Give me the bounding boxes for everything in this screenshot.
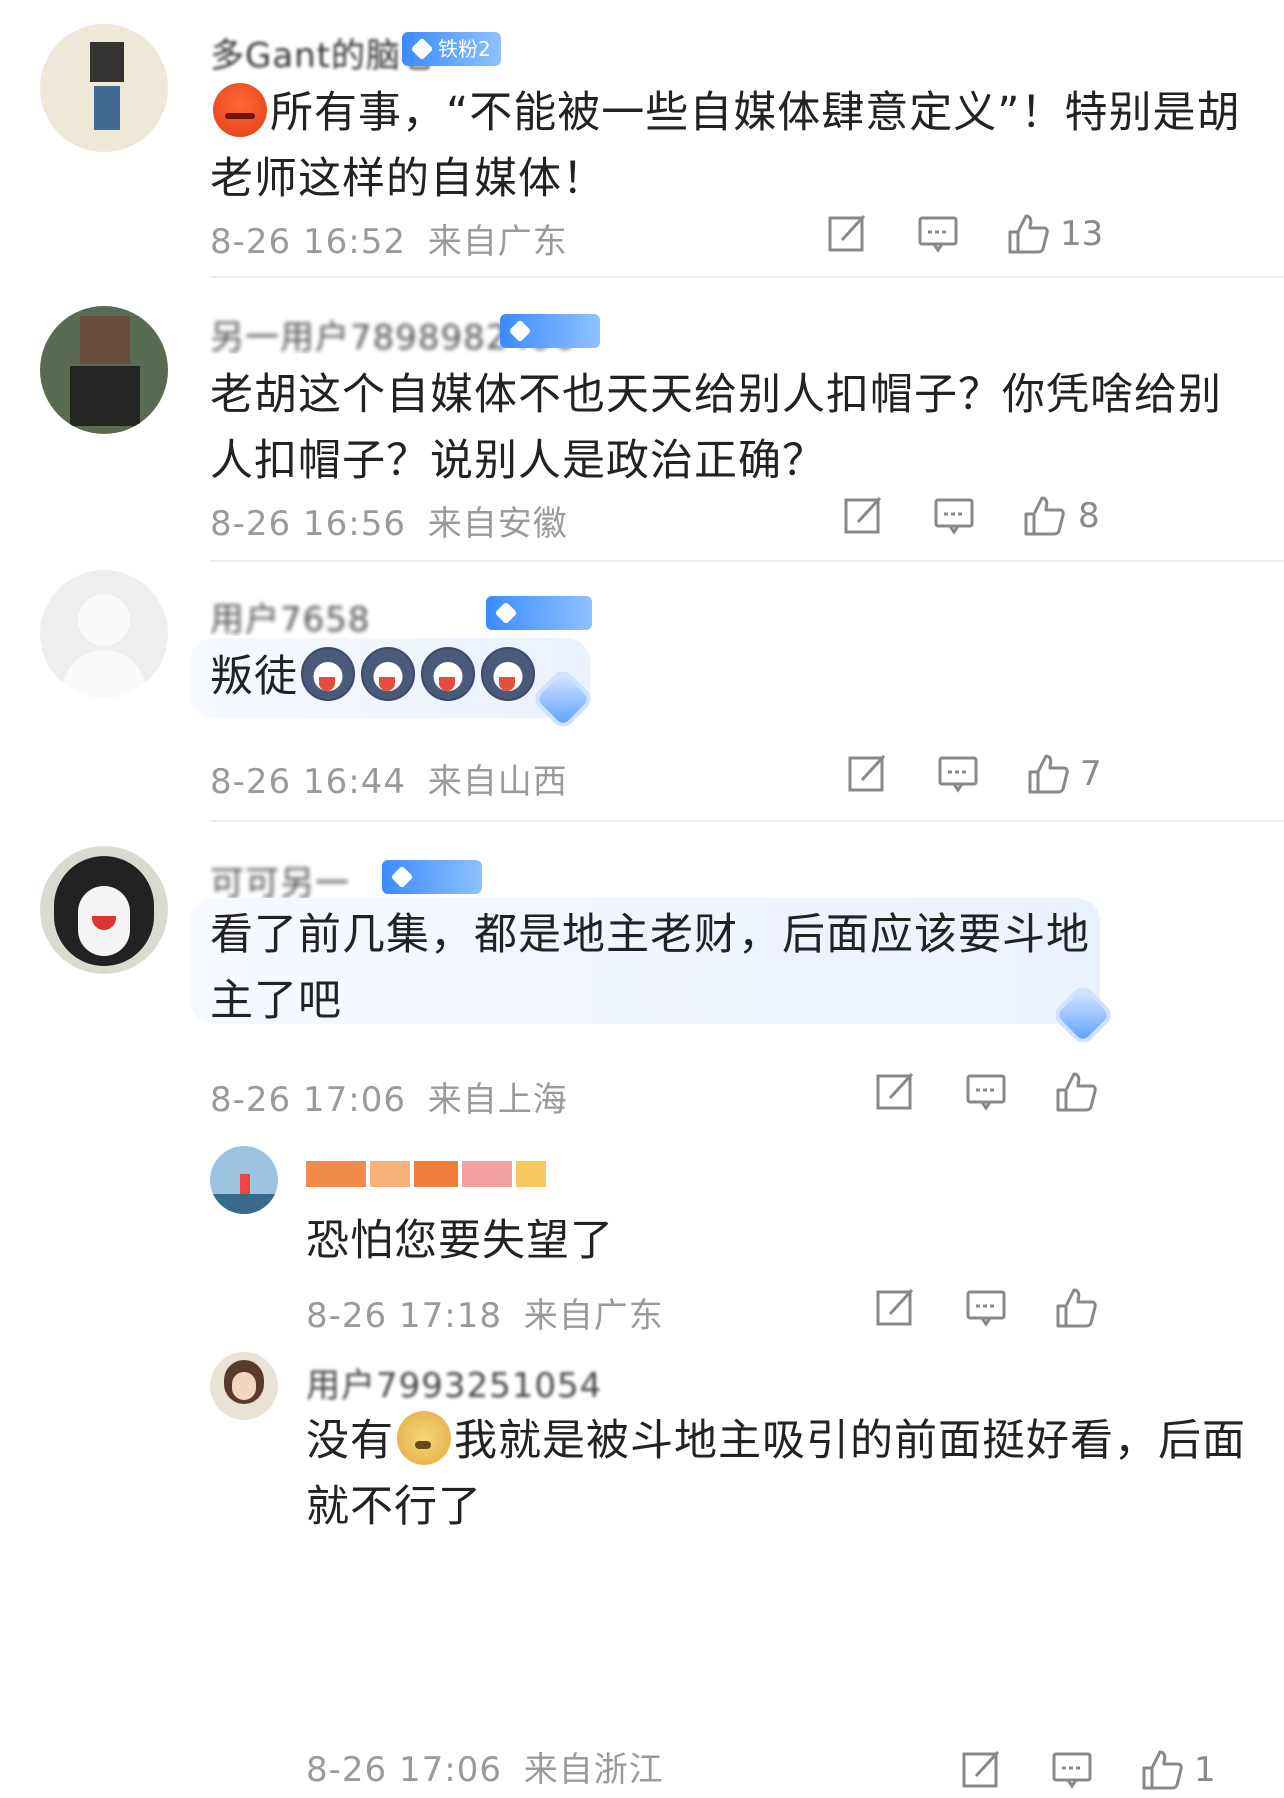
reply-text: 没有 我就是被斗地主吸引的前面挺好看，后面就不行了	[306, 1408, 1256, 1540]
timestamp: 8-26 16:44	[210, 762, 406, 802]
username[interactable]: 可可另一	[210, 856, 350, 900]
fan-badge	[382, 860, 482, 894]
comment-icon[interactable]	[916, 212, 960, 256]
comment-text: 老胡这个自媒体不也天天给别人扣帽子？你凭啥给别人扣帽子？说别人是政治正确？	[210, 370, 1222, 486]
comment-icon[interactable]	[936, 752, 980, 796]
thumbs-up-icon[interactable]	[1022, 494, 1066, 538]
comment-actions: 7	[846, 752, 1106, 802]
avatar[interactable]	[40, 846, 168, 974]
avatar[interactable]	[40, 24, 168, 152]
share-icon[interactable]	[874, 1286, 918, 1330]
angry-emoji-icon	[213, 83, 267, 137]
comment-meta: 8-26 16:44 来自山西	[210, 754, 568, 803]
timestamp: 8-26 17:06	[210, 1080, 406, 1120]
avatar[interactable]	[210, 1352, 278, 1420]
timestamp: 8-26 17:06	[306, 1750, 502, 1790]
avatar[interactable]	[40, 306, 168, 434]
divider	[210, 820, 1284, 822]
location: 来自安徽	[427, 504, 568, 544]
reply-actions: 1	[960, 1748, 1260, 1798]
fan-badge	[486, 596, 592, 630]
divider	[210, 560, 1284, 562]
comment-icon[interactable]	[964, 1286, 1008, 1330]
thumbs-up-icon[interactable]	[1006, 212, 1050, 256]
husky-emoji-icon	[301, 647, 355, 701]
comment-text: 所有事，“不能被一些自媒体肆意定义”！特别是胡老师这样的自媒体！	[210, 80, 1250, 212]
share-icon[interactable]	[826, 212, 870, 256]
comment-actions: 8	[842, 494, 1102, 544]
location: 来自上海	[427, 1080, 568, 1120]
like-count: 1	[1194, 1750, 1216, 1790]
thumbs-up-icon[interactable]	[1140, 1748, 1184, 1792]
fan-badge: 铁粉2	[402, 32, 501, 66]
like-count: 7	[1080, 754, 1102, 794]
share-icon[interactable]	[846, 752, 890, 796]
timestamp: 8-26 17:18	[306, 1296, 502, 1336]
reply-text: 恐怕您要失望了	[306, 1216, 614, 1266]
thumbs-up-icon[interactable]	[1054, 1070, 1098, 1114]
comment-text: 看了前几集，都是地主老财，后面应该要斗地主了吧	[210, 910, 1090, 1026]
comment-meta: 8-26 16:56 来自安徽	[210, 496, 568, 545]
reply-meta: 8-26 17:06 来自浙江	[306, 1742, 664, 1791]
comment-icon[interactable]	[964, 1070, 1008, 1114]
husky-emoji-icon	[481, 647, 535, 701]
location: 来自广东	[427, 222, 568, 262]
share-icon[interactable]	[874, 1070, 918, 1114]
reply-meta: 8-26 17:18 来自广东	[306, 1288, 664, 1337]
avatar[interactable]	[210, 1146, 278, 1214]
location: 来自山西	[427, 762, 568, 802]
like-count: 13	[1060, 214, 1104, 254]
doge-emoji-icon	[397, 1411, 451, 1465]
husky-emoji-icon	[421, 647, 475, 701]
comment-actions	[874, 1070, 1104, 1120]
divider	[210, 276, 1284, 278]
husky-emoji-icon	[361, 647, 415, 701]
thumbs-up-icon[interactable]	[1026, 752, 1070, 796]
fan-badge	[500, 314, 600, 348]
share-icon[interactable]	[842, 494, 886, 538]
reply-actions	[874, 1286, 1104, 1336]
comment-meta: 8-26 17:06 来自上海	[210, 1072, 568, 1121]
username-blurred[interactable]	[306, 1152, 596, 1196]
location: 来自浙江	[523, 1750, 664, 1790]
comment-meta: 8-26 16:52 来自广东	[210, 214, 568, 263]
location: 来自广东	[523, 1296, 664, 1336]
share-icon[interactable]	[960, 1748, 1004, 1792]
timestamp: 8-26 16:52	[210, 222, 406, 262]
like-count: 8	[1078, 496, 1100, 536]
comment-actions: 13	[826, 212, 1126, 262]
avatar[interactable]	[40, 570, 168, 698]
comment-icon[interactable]	[1050, 1748, 1094, 1792]
comment-text: 叛徒	[210, 644, 1250, 710]
timestamp: 8-26 16:56	[210, 504, 406, 544]
comment-icon[interactable]	[932, 494, 976, 538]
username[interactable]: 用户7993251054	[306, 1358, 602, 1402]
thumbs-up-icon[interactable]	[1054, 1286, 1098, 1330]
username[interactable]: 用户7658	[210, 592, 371, 636]
